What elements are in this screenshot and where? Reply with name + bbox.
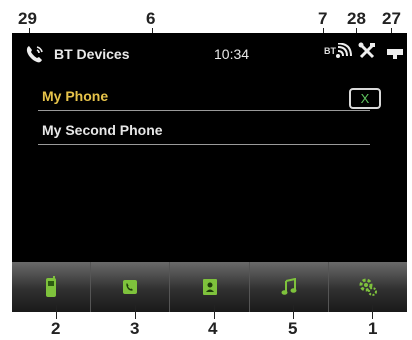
bottom-toolbar [12,262,407,312]
callout-29: 29 [18,9,37,28]
bluetooth-phone-icon [26,46,43,63]
device-screen: BT Devices 10:34 BT My Phone My Second P… [12,33,407,262]
callout-3-line [135,305,136,319]
call-log-button[interactable] [91,262,171,312]
music-icon [281,278,297,295]
settings-icon [359,278,377,296]
callout-6: 6 [146,9,156,28]
callout-1: 1 [368,319,378,338]
device-list-item[interactable]: My Second Phone [38,114,370,145]
screen-title: BT Devices [54,46,130,62]
callout-7: 7 [318,9,328,28]
phone-icon [46,276,57,297]
contacts-icon [202,279,217,295]
phone-button[interactable] [12,262,92,312]
callout-5-line [293,305,294,319]
device-name: My Second Phone [42,122,163,138]
callout-2-line [56,305,57,319]
clock-time: 10:34 [214,46,250,62]
music-button[interactable] [250,262,329,312]
device-list-item[interactable]: My Phone [38,80,370,111]
callout-4-line [214,305,215,319]
callout-1-line [372,305,373,319]
contacts-button[interactable] [170,262,250,312]
callout-2: 2 [51,319,61,338]
call-log-icon [123,280,138,294]
callout-3: 3 [130,319,140,338]
tools-icon [358,42,375,59]
callout-27: 27 [382,9,401,28]
settings-button[interactable] [329,262,407,312]
callout-4: 4 [208,319,218,338]
bt-signal-icon [336,43,352,58]
battery-icon [387,49,403,59]
callout-28: 28 [347,9,366,28]
status-bar: BT Devices 10:34 BT [12,33,407,71]
device-name: My Phone [42,88,109,104]
disconnect-button[interactable]: X [349,88,381,109]
callout-5: 5 [288,319,298,338]
